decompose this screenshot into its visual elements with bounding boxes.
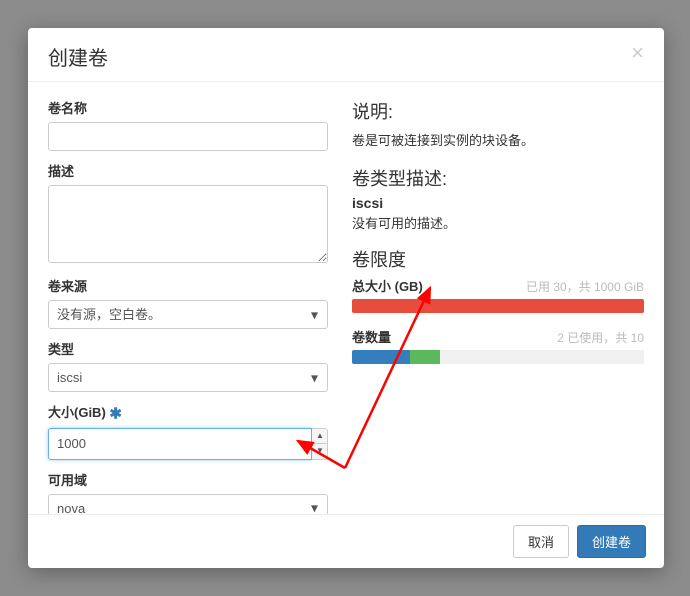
label-availability-zone: 可用域 <box>48 470 328 489</box>
quota-size-usage: 已用 30，共 1000 GiB <box>526 278 644 295</box>
field-size: 大小(GiB) ✱ ▲ ▼ <box>48 402 328 460</box>
voltype-desc-text: 没有可用的描述。 <box>352 213 644 232</box>
quota-size-bar <box>352 299 644 313</box>
label-volume-name: 卷名称 <box>48 98 328 117</box>
select-availability-zone[interactable]: nova <box>48 494 328 514</box>
label-source: 卷来源 <box>48 276 328 295</box>
quota-count-bar-used <box>352 350 410 364</box>
label-description: 描述 <box>48 161 328 180</box>
quota-heading: 卷限度 <box>352 246 644 272</box>
voltype-desc-heading: 卷类型描述: <box>352 165 644 191</box>
quota-size-row: 总大小 (GB) 已用 30，共 1000 GiB <box>352 276 644 295</box>
create-volume-modal: 创建卷 × 卷名称 描述 卷来源 没有源，空白卷。 ▾ <box>28 28 664 568</box>
modal-footer: 取消 创建卷 <box>28 514 664 568</box>
spinner-up-button[interactable]: ▲ <box>312 429 328 444</box>
spinner-down-button[interactable]: ▼ <box>312 444 328 459</box>
field-availability-zone: 可用域 nova ▾ <box>48 470 328 514</box>
quota-count-usage: 2 已使用，共 10 <box>557 329 644 346</box>
info-column: 说明: 卷是可被连接到实例的块设备。 卷类型描述: iscsi 没有可用的描述。… <box>352 98 644 504</box>
select-source[interactable]: 没有源，空白卷。 <box>48 300 328 329</box>
select-type[interactable]: iscsi <box>48 363 328 392</box>
close-button[interactable]: × <box>631 42 644 64</box>
field-type: 类型 iscsi ▾ <box>48 339 328 392</box>
textarea-description[interactable] <box>48 185 328 263</box>
quota-size-bar-used <box>352 299 644 313</box>
submit-button[interactable]: 创建卷 <box>577 525 646 558</box>
quota-count-label: 卷数量 <box>352 327 391 346</box>
field-source: 卷来源 没有源，空白卷。 ▾ <box>48 276 328 329</box>
description-heading: 说明: <box>352 98 644 124</box>
quota-count-bar <box>352 350 644 364</box>
description-text: 卷是可被连接到实例的块设备。 <box>352 130 644 149</box>
quota-size-label: 总大小 (GB) <box>352 276 423 295</box>
label-size: 大小(GiB) ✱ <box>48 402 328 423</box>
form-column: 卷名称 描述 卷来源 没有源，空白卷。 ▾ 类型 <box>48 98 328 504</box>
field-volume-name: 卷名称 <box>48 98 328 151</box>
label-size-text: 大小(GiB) <box>48 405 106 420</box>
label-type: 类型 <box>48 339 328 358</box>
cancel-button[interactable]: 取消 <box>513 525 569 558</box>
modal-title: 创建卷 <box>48 42 108 71</box>
spinner-buttons: ▲ ▼ <box>312 428 328 460</box>
quota-count-bar-requested <box>410 350 439 364</box>
modal-body: 卷名称 描述 卷来源 没有源，空白卷。 ▾ 类型 <box>28 82 664 514</box>
modal-header: 创建卷 × <box>28 28 664 82</box>
required-asterisk-icon: ✱ <box>109 406 122 423</box>
quota-count-row: 卷数量 2 已使用，共 10 <box>352 327 644 346</box>
input-size[interactable] <box>48 428 312 460</box>
field-description: 描述 <box>48 161 328 266</box>
voltype-name: iscsi <box>352 195 644 211</box>
input-volume-name[interactable] <box>48 122 328 151</box>
